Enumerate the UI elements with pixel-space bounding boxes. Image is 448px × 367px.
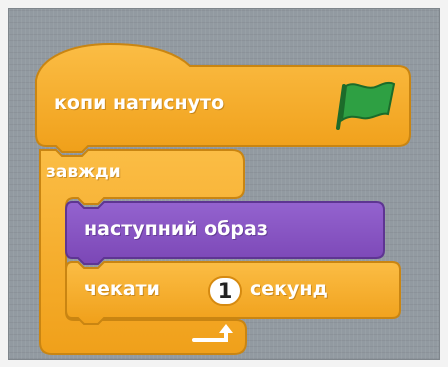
forever-label: завжди — [46, 162, 121, 182]
wait-label-before: чекати — [84, 278, 160, 300]
screenshot-frame: копи натиснуто завжди наступний образ че… — [0, 0, 448, 367]
script-stack — [35, 42, 411, 355]
wait-seconds-input[interactable]: 1 — [208, 276, 242, 306]
next-costume-label: наступний образ — [84, 218, 268, 240]
wait-label-after: секунд — [250, 278, 328, 300]
when-flag-clicked-label: копи натиснуто — [54, 92, 225, 114]
